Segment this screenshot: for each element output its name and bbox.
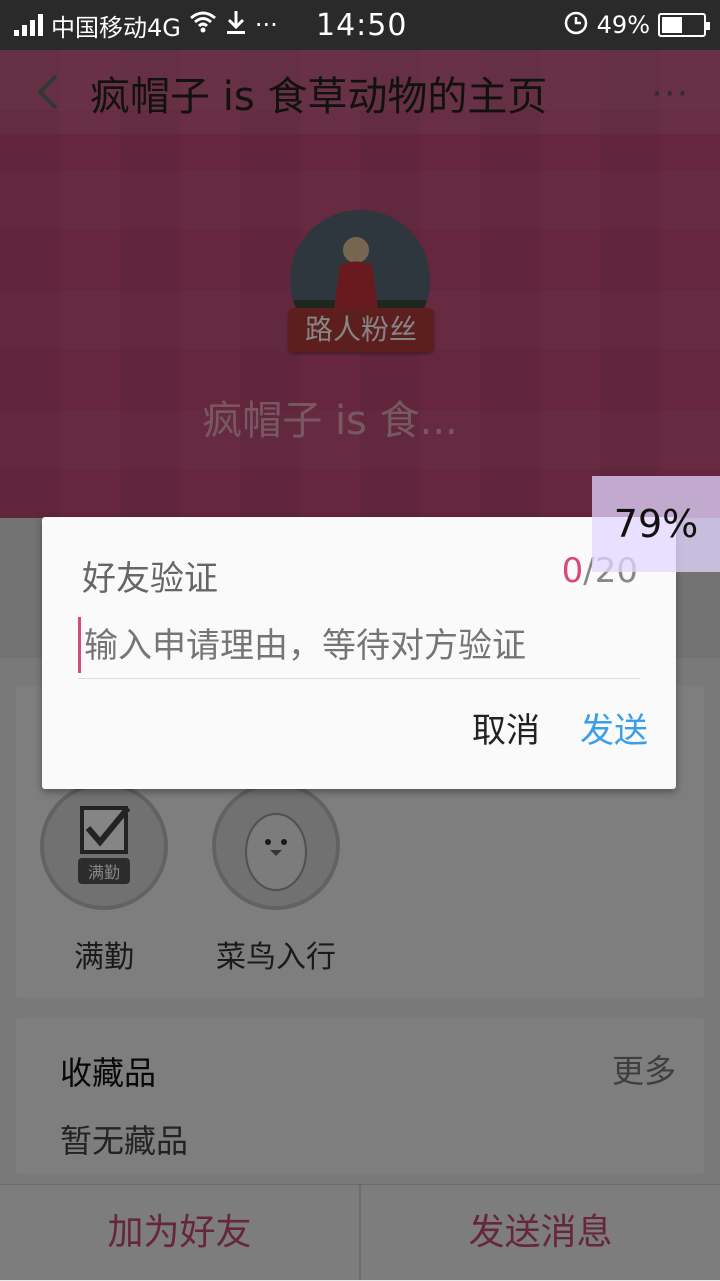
alarm-icon xyxy=(563,9,589,41)
carrier-label: 中国移动4G xyxy=(51,13,181,42)
more-dots-icon: ··· xyxy=(254,11,278,39)
signal-icon xyxy=(14,14,43,36)
battery-percent: 49% xyxy=(596,11,650,39)
dialog-title: 好友验证 xyxy=(82,559,218,599)
char-count-current: 0 xyxy=(561,551,584,591)
send-button[interactable]: 发送 xyxy=(580,703,648,752)
cancel-button[interactable]: 取消 xyxy=(472,703,540,752)
reason-input[interactable] xyxy=(78,613,640,679)
text-caret xyxy=(78,617,81,673)
wifi-icon xyxy=(189,11,217,39)
friend-verification-dialog: 好友验证 0/20 取消 发送 xyxy=(42,517,676,789)
status-bar: 中国移动4G ··· 14:50 49% xyxy=(0,0,720,50)
percent-indicator: 79% xyxy=(592,476,720,572)
battery-icon xyxy=(658,13,710,37)
download-icon xyxy=(225,9,247,41)
clock: 14:50 xyxy=(316,8,408,43)
